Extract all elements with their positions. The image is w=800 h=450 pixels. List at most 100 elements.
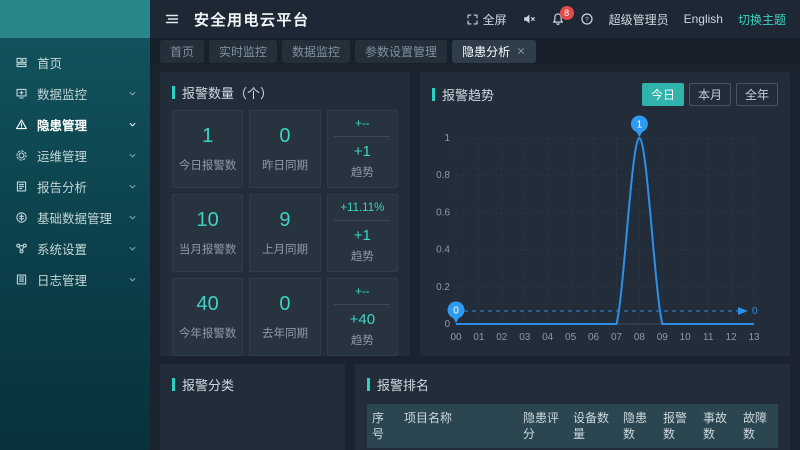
table-column-header: 序号 — [367, 404, 399, 448]
svg-text:06: 06 — [588, 332, 600, 343]
tab-label: 实时监控 — [219, 43, 267, 60]
log-icon — [15, 273, 28, 286]
svg-text:0.4: 0.4 — [436, 245, 450, 256]
chevron-down-icon — [127, 274, 138, 285]
table-column-header: 隐患数 — [618, 404, 658, 448]
theme-toggle[interactable]: 切换主题 — [738, 11, 786, 28]
sidebar-item-label: 首页 — [37, 53, 62, 72]
title-accent-bar — [172, 378, 175, 391]
stat-card: 0 去年同期 — [249, 278, 320, 356]
title-accent-bar — [432, 88, 435, 101]
tab-label: 参数设置管理 — [365, 43, 437, 60]
sidebar-item-label: 运维管理 — [37, 146, 87, 165]
chevron-down-icon — [127, 119, 138, 130]
svg-text:03: 03 — [519, 332, 531, 343]
alarm-count-panel: 报警数量（个） 1 今日报警数0 昨日同期+-- +1 趋势10 当月报警数9 … — [160, 72, 410, 356]
trend-card: +-- +40 趋势 — [327, 278, 398, 356]
chevron-down-icon — [127, 212, 138, 223]
stat-value: 9 — [279, 209, 290, 232]
header: 安全用电云平台 全屏 8 ? 超级管理员 English 切换主题 — [0, 0, 800, 38]
tab-5[interactable]: 隐患分析 — [452, 40, 536, 63]
stat-label: 昨日同期 — [262, 157, 308, 173]
sidebar-item-4[interactable]: 运维管理 — [0, 140, 150, 171]
range-button-group: 今日本月全年 — [642, 83, 778, 106]
title-accent-bar — [172, 86, 175, 99]
tab-label: 首页 — [170, 43, 194, 60]
svg-text:10: 10 — [680, 332, 692, 343]
stat-card: 10 当月报警数 — [172, 194, 243, 272]
sidebar-item-2[interactable]: 数据监控 — [0, 78, 150, 109]
range-button-今日[interactable]: 今日 — [642, 83, 684, 106]
sidebar-item-8[interactable]: 日志管理 — [0, 264, 150, 295]
svg-text:09: 09 — [657, 332, 669, 343]
trend-label: 趋势 — [351, 332, 374, 348]
settings-icon — [15, 242, 28, 255]
svg-text:02: 02 — [496, 332, 508, 343]
svg-text:04: 04 — [542, 332, 554, 343]
sidebar-item-5[interactable]: 报告分析 — [0, 171, 150, 202]
fullscreen-button[interactable]: 全屏 — [466, 11, 507, 28]
help-icon[interactable]: ? — [580, 12, 594, 26]
svg-text:0.6: 0.6 — [436, 207, 450, 218]
alarm-stat-grid: 1 今日报警数0 昨日同期+-- +1 趋势10 当月报警数9 上月同期+11.… — [160, 110, 410, 356]
alarm-ranking-panel: 报警排名 序号项目名称隐患评分设备数量隐患数报警数事故数故障数 1上海市某某某某… — [355, 364, 790, 450]
chevron-down-icon — [127, 243, 138, 254]
svg-text:1: 1 — [637, 120, 643, 131]
panel-title: 报警分类 — [182, 375, 234, 394]
trend-percent: +-- — [355, 286, 369, 298]
stat-value: 0 — [279, 125, 290, 148]
table-column-header: 设备数量 — [568, 404, 618, 448]
trend-percent: +-- — [355, 118, 369, 130]
table-column-header: 项目名称 — [399, 404, 518, 448]
mute-icon[interactable] — [522, 12, 536, 26]
svg-text:?: ? — [585, 16, 589, 23]
sidebar-item-label: 日志管理 — [37, 270, 87, 289]
report-icon — [15, 180, 28, 193]
svg-text:0.8: 0.8 — [436, 170, 450, 181]
tab-3[interactable]: 数据监控 — [282, 40, 350, 63]
stat-card: 40 今年报警数 — [172, 278, 243, 356]
svg-text:0: 0 — [752, 306, 758, 317]
trend-label: 趋势 — [351, 248, 374, 264]
stat-value: 40 — [197, 293, 219, 316]
svg-text:1: 1 — [444, 133, 450, 144]
trend-card: +-- +1 趋势 — [327, 110, 398, 188]
table-column-header: 事故数 — [698, 404, 738, 448]
tab-1[interactable]: 首页 — [160, 40, 204, 63]
svg-text:05: 05 — [565, 332, 577, 343]
range-button-全年[interactable]: 全年 — [736, 83, 778, 106]
alarm-classification-panel: 报警分类 事故 — [160, 364, 345, 450]
svg-text:13: 13 — [748, 332, 760, 343]
language-switch[interactable]: English — [684, 12, 723, 26]
trend-chart-svg: 00.20.40.60.8100010203040506070809101112… — [428, 114, 780, 350]
trend-card: +11.11% +1 趋势 — [327, 194, 398, 272]
svg-text:12: 12 — [726, 332, 738, 343]
tab-4[interactable]: 参数设置管理 — [355, 40, 447, 63]
panel-header: 报警数量（个） — [160, 72, 410, 110]
username[interactable]: 超级管理员 — [609, 11, 669, 28]
svg-text:11: 11 — [703, 332, 714, 343]
alarm-trend-chart: 00.20.40.60.8100010203040506070809101112… — [428, 114, 782, 355]
warning-icon — [15, 118, 28, 131]
trend-value: +40 — [350, 311, 375, 328]
range-button-本月[interactable]: 本月 — [689, 83, 731, 106]
sidebar-item-7[interactable]: 系统设置 — [0, 233, 150, 264]
tab-label: 隐患分析 — [462, 43, 510, 60]
svg-text:0: 0 — [444, 319, 450, 330]
table-column-header: 隐患评分 — [518, 404, 568, 448]
sidebar-item-3[interactable]: 隐患管理 — [0, 109, 150, 140]
trend-value: +1 — [354, 227, 371, 244]
tab-2[interactable]: 实时监控 — [209, 40, 277, 63]
panel-title: 报警趋势 — [442, 85, 494, 104]
tab-label: 数据监控 — [292, 43, 340, 60]
logo-area — [0, 0, 150, 38]
fullscreen-label: 全屏 — [483, 11, 507, 28]
trend-percent: +11.11% — [340, 202, 384, 214]
divider — [334, 136, 390, 137]
sidebar-item-6[interactable]: 基础数据管理 — [0, 202, 150, 233]
notifications-button[interactable]: 8 — [551, 12, 565, 26]
close-icon[interactable] — [516, 46, 526, 56]
stat-label: 当月报警数 — [179, 241, 237, 257]
menu-icon[interactable] — [164, 11, 180, 27]
sidebar-item-1[interactable]: 首页 — [0, 47, 150, 78]
